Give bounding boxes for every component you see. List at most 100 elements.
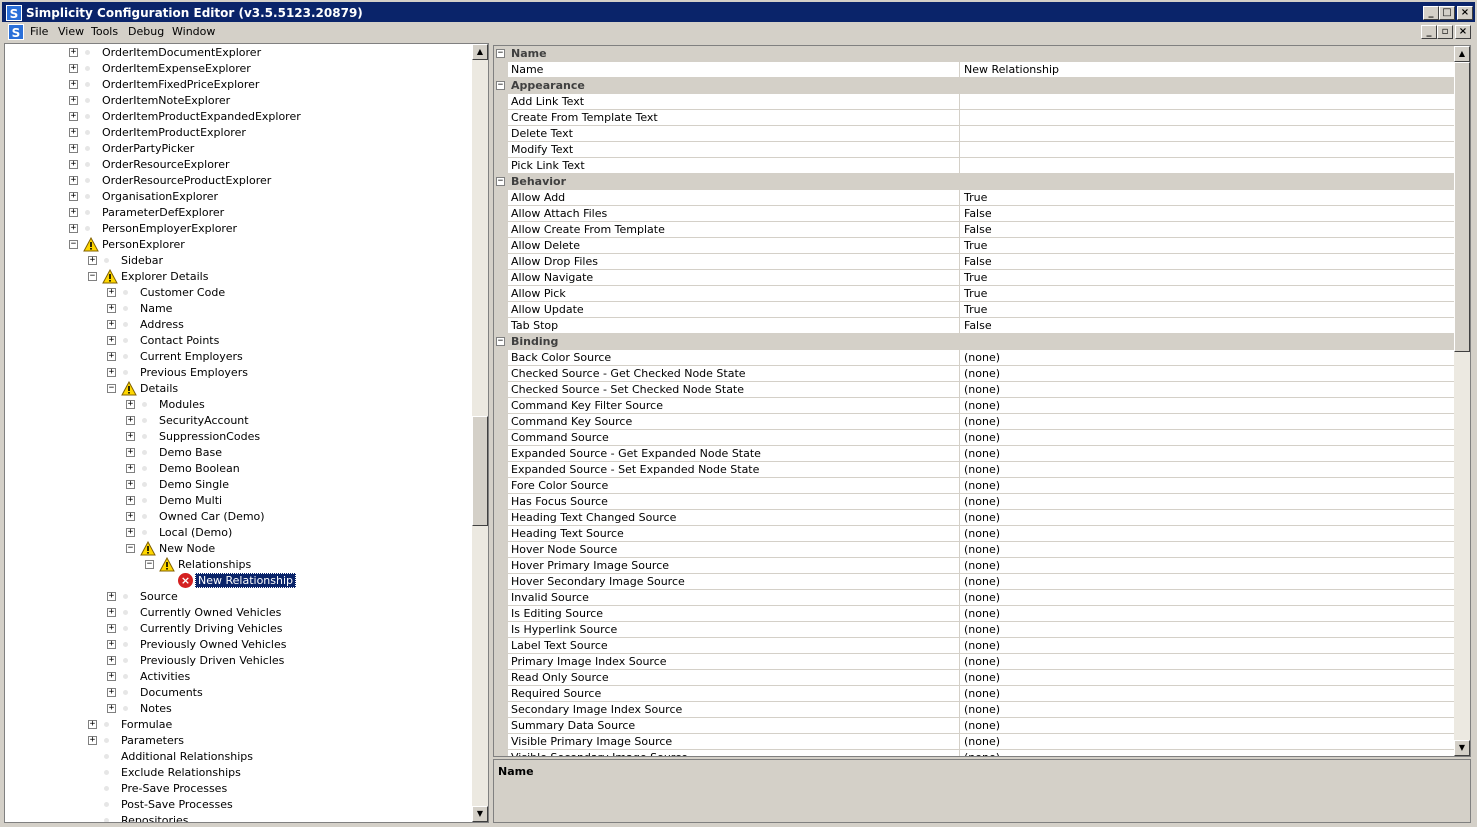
property-value[interactable]: (none) [960, 590, 1455, 606]
property-name[interactable]: Back Color Source [508, 350, 960, 366]
expand-icon[interactable]: + [126, 528, 135, 537]
property-name[interactable]: Allow Add [508, 190, 960, 206]
tree-node[interactable]: + Previously Driven Vehicles [5, 653, 465, 669]
property-value[interactable] [960, 142, 1455, 158]
property-value[interactable] [960, 110, 1455, 126]
tree-node-label[interactable]: Previous Employers [140, 366, 248, 379]
property-value[interactable]: (none) [960, 510, 1455, 526]
expand-icon[interactable]: + [107, 704, 116, 713]
property-name[interactable]: Allow Pick [508, 286, 960, 302]
property-row[interactable]: Allow Add True [494, 190, 1455, 206]
property-value[interactable]: (none) [960, 718, 1455, 734]
tree-node-label[interactable]: Previously Driven Vehicles [140, 654, 284, 667]
tree-node-label[interactable]: Name [140, 302, 172, 315]
property-value[interactable]: True [960, 270, 1455, 286]
tree-node-label[interactable]: Modules [159, 398, 205, 411]
property-row[interactable]: Create From Template Text [494, 110, 1455, 126]
property-name[interactable]: Pick Link Text [508, 158, 960, 174]
tree-node[interactable]: + ParameterDefExplorer [5, 205, 465, 221]
property-name[interactable]: Fore Color Source [508, 478, 960, 494]
property-name[interactable]: Is Editing Source [508, 606, 960, 622]
expand-icon[interactable]: + [126, 432, 135, 441]
property-value[interactable]: (none) [960, 478, 1455, 494]
property-row[interactable]: Is Editing Source (none) [494, 606, 1455, 622]
menu-file[interactable]: File [30, 25, 48, 38]
tree-node-label[interactable]: ParameterDefExplorer [102, 206, 224, 219]
property-name[interactable]: Allow Attach Files [508, 206, 960, 222]
tree-node-label[interactable]: PersonExplorer [102, 238, 185, 251]
property-value[interactable]: False [960, 254, 1455, 270]
tree-node[interactable]: + Customer Code [5, 285, 465, 301]
property-value[interactable]: (none) [960, 606, 1455, 622]
property-value[interactable]: (none) [960, 494, 1455, 510]
tree-node-label[interactable]: Source [140, 590, 178, 603]
tree-node[interactable]: + Activities [5, 669, 465, 685]
scroll-up-arrow-icon[interactable]: ▲ [472, 44, 488, 60]
property-name[interactable]: Create From Template Text [508, 110, 960, 126]
property-name[interactable]: Allow Navigate [508, 270, 960, 286]
tree-node-label[interactable]: Demo Base [159, 446, 222, 459]
property-value[interactable]: (none) [960, 526, 1455, 542]
tree-node-label[interactable]: OrderPartyPicker [102, 142, 194, 155]
tree-node-label[interactable]: OrderItemProductExpandedExplorer [102, 110, 301, 123]
tree-node-label[interactable]: Current Employers [140, 350, 243, 363]
expand-icon[interactable]: + [107, 608, 116, 617]
property-value[interactable]: (none) [960, 446, 1455, 462]
expand-icon[interactable]: + [69, 176, 78, 185]
tree-node[interactable]: + Demo Base [5, 445, 465, 461]
expand-icon[interactable]: + [107, 592, 116, 601]
property-row[interactable]: Has Focus Source (none) [494, 494, 1455, 510]
expand-icon[interactable]: + [69, 224, 78, 233]
tree-node-label[interactable]: Exclude Relationships [121, 766, 241, 779]
property-value[interactable]: (none) [960, 702, 1455, 718]
tree-node[interactable]: + OrderResourceProductExplorer [5, 173, 465, 189]
menu-view[interactable]: View [58, 25, 84, 38]
expand-icon[interactable]: + [107, 368, 116, 377]
property-name[interactable]: Visible Secondary Image Source [508, 750, 960, 756]
tree-node[interactable]: + Address [5, 317, 465, 333]
property-name[interactable]: Secondary Image Index Source [508, 702, 960, 718]
property-value[interactable]: (none) [960, 542, 1455, 558]
tree-node-label[interactable]: Currently Driving Vehicles [140, 622, 283, 635]
property-row[interactable]: Back Color Source (none) [494, 350, 1455, 366]
property-name[interactable]: Visible Primary Image Source [508, 734, 960, 750]
title-bar[interactable]: S Simplicity Configuration Editor (v3.5.… [0, 0, 1477, 24]
property-row[interactable]: Primary Image Index Source (none) [494, 654, 1455, 670]
expand-icon[interactable]: + [107, 688, 116, 697]
minimize-button[interactable]: _ [1423, 6, 1439, 20]
property-name[interactable]: Read Only Source [508, 670, 960, 686]
property-value[interactable]: True [960, 286, 1455, 302]
tree-node-label[interactable]: Notes [140, 702, 172, 715]
expand-icon[interactable]: + [107, 304, 116, 313]
tree-node[interactable]: Repositories [5, 813, 465, 822]
property-value[interactable]: True [960, 190, 1455, 206]
tree-node-label[interactable]: SuppressionCodes [159, 430, 260, 443]
expand-icon[interactable]: + [69, 160, 78, 169]
expand-icon[interactable]: + [69, 192, 78, 201]
tree-node-label[interactable]: Pre-Save Processes [121, 782, 227, 795]
property-value[interactable]: (none) [960, 430, 1455, 446]
property-name[interactable]: Hover Primary Image Source [508, 558, 960, 574]
tree-node-label[interactable]: Customer Code [140, 286, 225, 299]
property-name[interactable]: Expanded Source - Set Expanded Node Stat… [508, 462, 960, 478]
tree-node[interactable]: + Demo Boolean [5, 461, 465, 477]
tree-node[interactable]: + OrderItemExpenseExplorer [5, 61, 465, 77]
property-name[interactable]: Required Source [508, 686, 960, 702]
tree-node[interactable]: + OrderItemDocumentExplorer [5, 45, 465, 61]
tree-node-label[interactable]: SecurityAccount [159, 414, 249, 427]
tree-node-label[interactable]: PersonEmployerExplorer [102, 222, 237, 235]
tree-node-label[interactable]: Local (Demo) [159, 526, 232, 539]
tree-node[interactable]: + Previously Owned Vehicles [5, 637, 465, 653]
menu-tools[interactable]: Tools [91, 25, 118, 38]
scroll-up-arrow-icon[interactable]: ▲ [1454, 46, 1470, 62]
property-row[interactable]: Label Text Source (none) [494, 638, 1455, 654]
property-name[interactable]: Label Text Source [508, 638, 960, 654]
tree-node-label[interactable]: OrderItemProductExplorer [102, 126, 246, 139]
expand-icon[interactable]: + [69, 112, 78, 121]
tree-node-label[interactable]: Additional Relationships [121, 750, 253, 763]
tree-node[interactable]: + OrderResourceExplorer [5, 157, 465, 173]
tree-node-label[interactable]: Currently Owned Vehicles [140, 606, 281, 619]
tree-node[interactable]: + OrderItemProductExplorer [5, 125, 465, 141]
property-row[interactable]: Hover Primary Image Source (none) [494, 558, 1455, 574]
tree-node[interactable]: + SecurityAccount [5, 413, 465, 429]
